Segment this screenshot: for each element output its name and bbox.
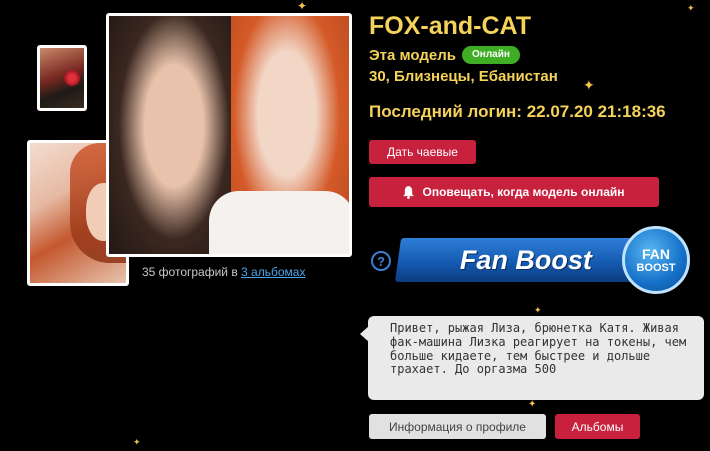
online-badge: Онлайн [462,46,520,64]
last-login: Последний логин: 22.07.20 21:18:36 [369,102,666,121]
model-label: Эта модель [369,46,457,64]
sparkle-icon: ✦ [687,3,695,13]
bio-bubble: Привет, рыжая Лиза, брюнетка Катя. Живая… [360,316,704,400]
bio-text: Привет, рыжая Лиза, брюнетка Катя. Живая… [390,321,687,377]
help-icon[interactable]: ? [371,251,391,271]
sparkle-icon: ✦ [297,0,308,13]
profile-name: FOX-and-CAT [369,12,532,40]
photo-thumbnail[interactable] [37,45,87,111]
notify-online-button[interactable]: Оповещать, когда модель онлайн [369,177,659,207]
sparkle-icon: ✦ [583,77,595,93]
rose-detail [64,70,80,86]
bell-icon [403,185,415,199]
main-profile-photo[interactable] [106,13,352,257]
profile-info-button[interactable]: Информация о профиле [369,414,546,439]
photos-caption: 35 фотографий в 3 альбомах [142,265,305,279]
photos-count: 35 фотографий в [142,265,242,279]
tip-button[interactable]: Дать чаевые [369,140,476,164]
albums-link[interactable]: 3 альбомах [241,265,305,279]
sparkle-icon: ✦ [528,399,537,410]
model-status-line: Эта модель Онлайн [369,46,520,64]
albums-button[interactable]: Альбомы [555,414,640,439]
badge-bottom-text: BOOST [636,261,676,274]
fanboost-label: Fan Boost [460,244,592,275]
sparkle-icon: ✦ [534,305,542,315]
fanboost-badge-icon[interactable]: FAN BOOST [622,226,690,294]
sparkle-icon: ✦ [133,437,141,447]
profile-location: 30, Близнецы, Ебанистан [369,68,558,85]
notify-label: Оповещать, когда модель онлайн [422,185,625,199]
badge-top-text: FAN [642,245,670,262]
fanboost-banner[interactable]: Fan Boost [394,238,658,282]
